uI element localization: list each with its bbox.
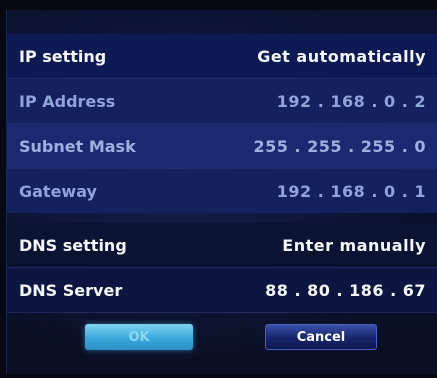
ip-setting-value[interactable]: Get automatically [257,47,426,66]
dns-server-label: DNS Server [19,280,123,300]
subnet-mask-row[interactable]: Subnet Mask 255 . 255 . 255 . 0 [7,124,437,168]
ip-address-label: IP Address [19,91,116,111]
ip-setting-row[interactable]: IP setting Get automatically [7,34,437,78]
bottom-bar [7,356,437,374]
gateway-label: Gateway [19,181,97,201]
ip-setting-label: IP setting [19,46,107,66]
dns-setting-label: DNS setting [19,235,127,255]
cancel-button[interactable]: Cancel [265,324,377,350]
divider [7,312,437,313]
ip-address-value[interactable]: 192 . 168 . 0 . 2 [277,92,426,111]
ip-address-row[interactable]: IP Address 192 . 168 . 0 . 2 [7,79,437,123]
gateway-value[interactable]: 192 . 168 . 0 . 1 [277,182,426,201]
dns-server-row[interactable]: DNS Server 88 . 80 . 186 . 67 [7,268,437,312]
gateway-row[interactable]: Gateway 192 . 168 . 0 . 1 [7,169,437,213]
dns-setting-row[interactable]: DNS setting Enter manually [7,223,437,267]
dns-setting-value[interactable]: Enter manually [282,236,426,255]
ok-button[interactable]: OK [85,324,193,350]
network-settings-panel: IP setting Get automatically IP Address … [6,10,437,374]
subnet-mask-value[interactable]: 255 . 255 . 255 . 0 [254,137,426,156]
subnet-mask-label: Subnet Mask [19,136,136,156]
dns-server-value[interactable]: 88 . 80 . 186 . 67 [265,281,426,300]
